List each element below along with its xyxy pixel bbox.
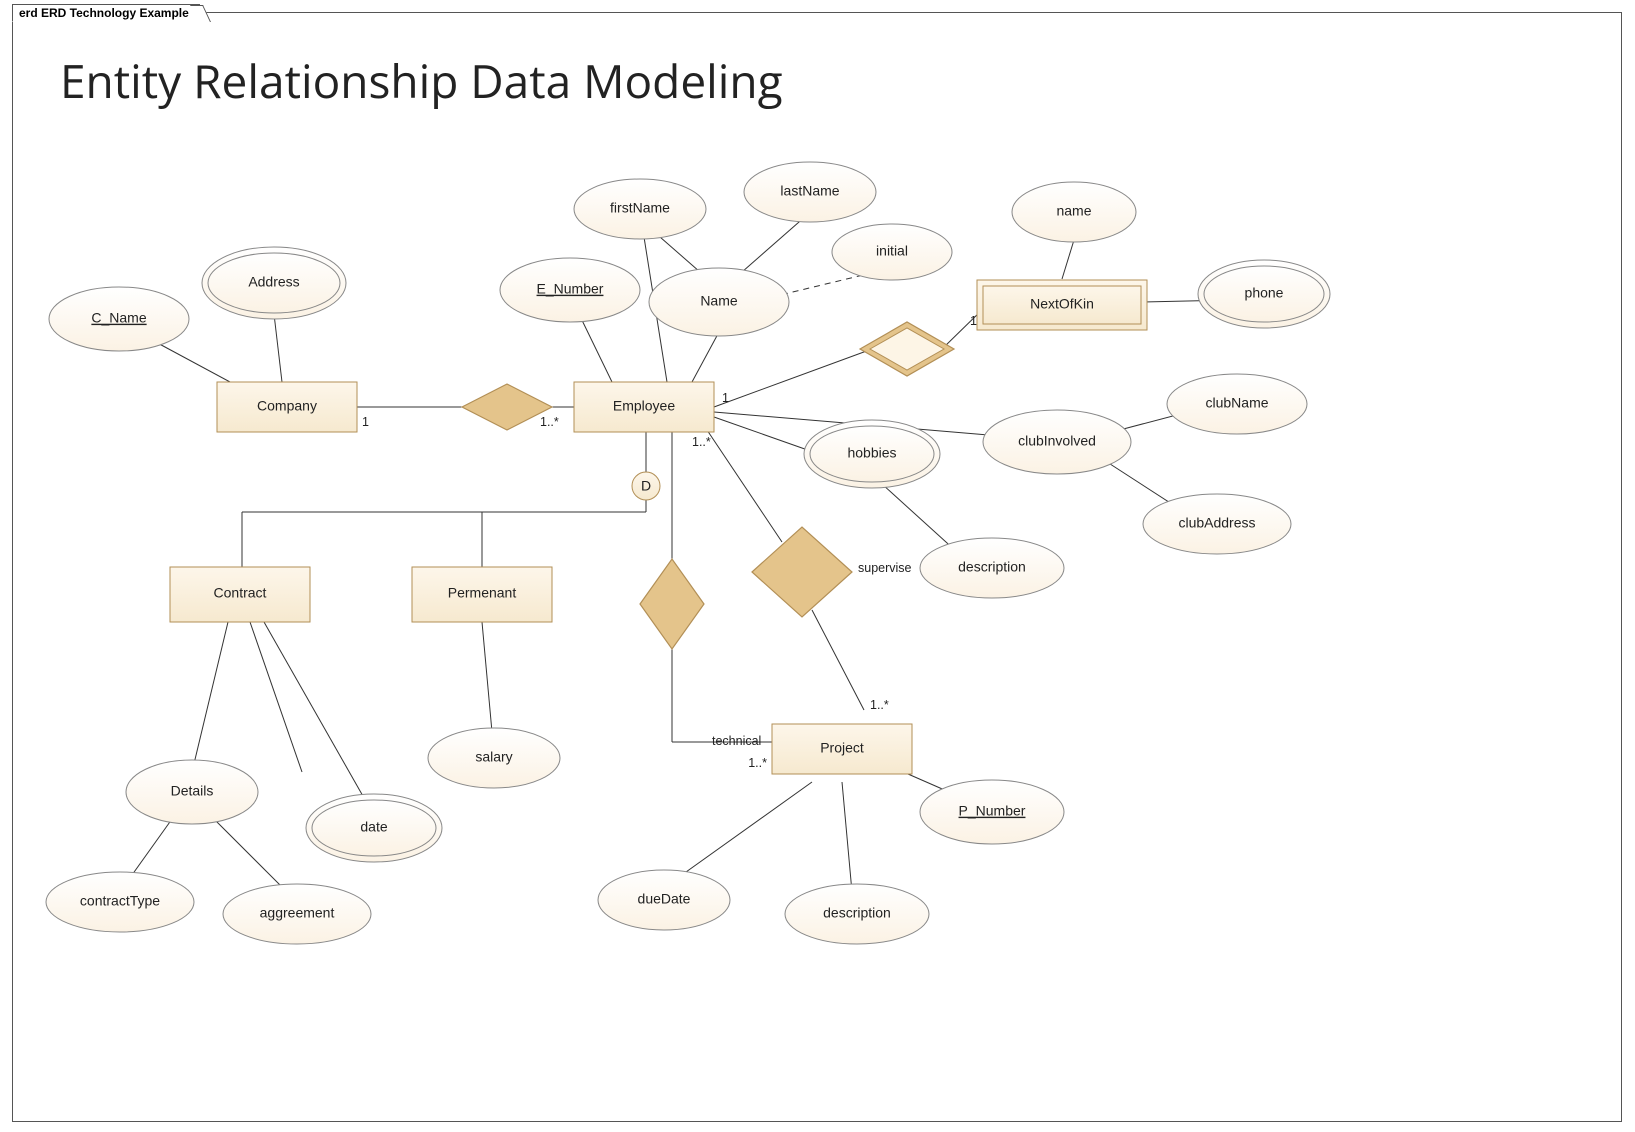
attr-clubname-label: clubName xyxy=(1205,395,1268,411)
entity-nextofkin-label: NextOfKin xyxy=(1030,296,1094,312)
card-employee-project: 1..* xyxy=(692,435,711,449)
card-project-supervise: 1..* xyxy=(870,698,889,712)
attr-duedate-label: dueDate xyxy=(638,891,691,907)
attr-name-label: Name xyxy=(700,293,738,309)
attr-firstname-label: firstName xyxy=(610,200,670,216)
attr-address-label: Address xyxy=(248,274,299,290)
rel-supervise-label: supervise xyxy=(858,561,912,575)
disjoint-label: D xyxy=(641,478,651,494)
attr-details-label: Details xyxy=(171,783,214,799)
attr-proj-description-label: description xyxy=(823,905,891,921)
attr-clubinvolved-label: clubInvolved xyxy=(1018,433,1096,449)
attr-salary-label: salary xyxy=(475,749,512,765)
attr-phone-label: phone xyxy=(1245,285,1284,301)
relationship-employee-nextofkin xyxy=(860,322,954,376)
attr-e-number-label: E_Number xyxy=(537,281,604,297)
relationship-technical xyxy=(640,559,704,649)
attr-date-label: date xyxy=(360,819,387,835)
attr-initial-label: initial xyxy=(876,243,908,259)
entity-project-label: Project xyxy=(820,740,864,756)
card-project-technical: 1..* xyxy=(748,756,767,770)
diagram-tab: erd ERD Technology Example xyxy=(12,4,200,22)
er-diagram: Company Employee NextOfKin Contract Perm… xyxy=(12,12,1620,1120)
attr-clubaddress-label: clubAddress xyxy=(1178,515,1255,531)
relationship-supervise xyxy=(752,527,852,617)
attr-lastname-label: lastName xyxy=(780,183,839,199)
card-nok: 1 xyxy=(970,314,977,328)
attr-aggreement-label: aggreement xyxy=(260,905,335,921)
attr-contracttype-label: contractType xyxy=(80,893,160,909)
entity-company-label: Company xyxy=(257,398,317,414)
entity-contract-label: Contract xyxy=(214,585,267,601)
attr-nok-description-label: description xyxy=(958,559,1026,575)
attr-nok-name-label: name xyxy=(1056,203,1091,219)
entity-employee-label: Employee xyxy=(613,398,675,414)
attr-p-number-label: P_Number xyxy=(959,803,1026,819)
relationship-company-employee xyxy=(462,384,552,430)
card-employee-nok: 1 xyxy=(722,391,729,405)
attr-c-name-label: C_Name xyxy=(91,310,146,326)
entity-permanent-label: Permenant xyxy=(448,585,517,601)
card-employee-company: 1..* xyxy=(540,415,559,429)
card-company: 1 xyxy=(362,415,369,429)
attr-hobbies-label: hobbies xyxy=(847,445,896,461)
rel-technical-label: technical xyxy=(712,734,761,748)
